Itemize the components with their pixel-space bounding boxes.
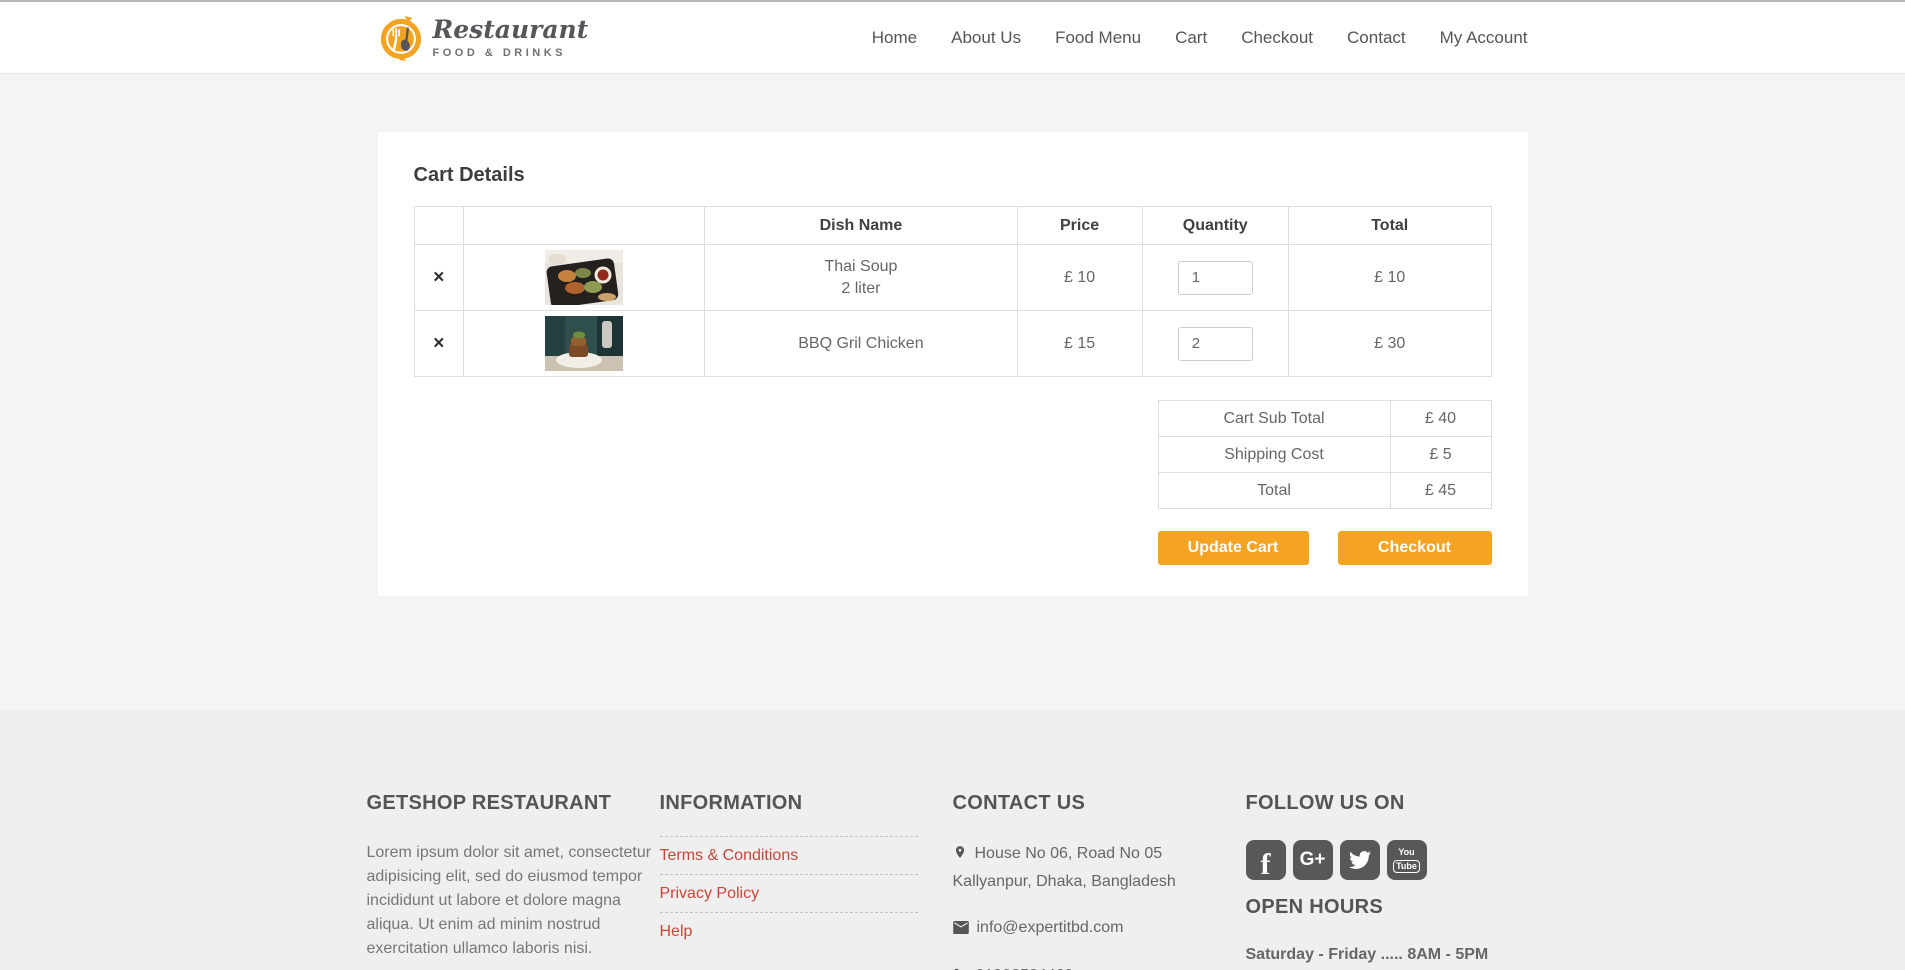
remove-column-header: [413, 206, 465, 245]
nav-item-contact[interactable]: Contact: [1347, 28, 1406, 48]
total-column-header: Total: [1287, 206, 1492, 245]
open-hours-heading: OPEN HOURS: [1245, 896, 1383, 918]
page-body: Cart Details Dish Name Price Quantity To…: [0, 132, 1905, 710]
site-footer: GETSHOP RESTAURANT Lorem ipsum dolor sit…: [0, 710, 1905, 970]
price-column-header: Price: [1016, 206, 1143, 245]
shipping-value: £ 5: [1389, 436, 1492, 473]
dish-image-thai-soup: [545, 250, 624, 309]
site-logo[interactable]: Restaurant FOOD & DRINKS: [378, 14, 589, 61]
cart-table: Dish Name Price Quantity Total × Thai So…: [413, 206, 1492, 377]
page-title: Cart Details: [413, 164, 525, 186]
brand-name: Restaurant: [432, 14, 589, 44]
summary-row-subtotal: Cart Sub Total £ 40: [1157, 400, 1492, 437]
footer-information-column: INFORMATION Terms & Conditions Privacy P…: [659, 792, 953, 970]
terms-conditions-link[interactable]: Terms & Conditions: [660, 847, 799, 864]
site-header: Restaurant FOOD & DRINKS Home About Us F…: [0, 2, 1905, 74]
total-cell: £ 10: [1287, 244, 1492, 311]
summary-row-shipping: Shipping Cost £ 5: [1157, 436, 1492, 473]
twitter-icon[interactable]: [1339, 840, 1380, 880]
privacy-policy-link[interactable]: Privacy Policy: [660, 885, 760, 902]
price-cell: £ 15: [1016, 310, 1143, 377]
contact-phone: 01922524469: [953, 963, 1216, 970]
footer-social-heading: FOLLOW US ON: [1245, 792, 1405, 814]
footer-about-column: GETSHOP RESTAURANT Lorem ipsum dolor sit…: [367, 792, 660, 970]
map-marker-icon: [953, 843, 967, 869]
cart-summary-table: Cart Sub Total £ 40 Shipping Cost £ 5 To…: [1157, 400, 1492, 509]
cart-details-card: Cart Details Dish Name Price Quantity To…: [377, 132, 1528, 596]
dish-name-cell: Thai Soup 2 liter: [704, 244, 1018, 311]
footer-social-column: FOLLOW US ON f G+ You Tube OPEN HOURS Sat…: [1245, 792, 1539, 970]
phone-icon: [953, 965, 968, 970]
hours-weekdays: Saturday - Friday ..... 8AM - 5PM: [1245, 946, 1489, 963]
main-nav: Home About Us Food Menu Cart Checkout Co…: [872, 28, 1528, 48]
social-icons-row: f G+ You Tube: [1245, 840, 1509, 881]
dish-image-bbq-chicken: [545, 316, 624, 371]
quantity-input[interactable]: [1177, 326, 1253, 361]
total-cell: £ 30: [1287, 310, 1492, 377]
remove-item-button[interactable]: ×: [433, 268, 444, 287]
google-plus-icon[interactable]: G+: [1292, 840, 1333, 880]
nav-item-food-menu[interactable]: Food Menu: [1055, 28, 1141, 48]
help-link[interactable]: Help: [660, 923, 693, 940]
footer-about-text: Lorem ipsum dolor sit amet, consectetur …: [366, 844, 652, 957]
contact-address: House No 06, Road No 05 Kallyanpur, Dhak…: [952, 843, 1176, 890]
envelope-icon: [952, 917, 969, 943]
nav-item-checkout[interactable]: Checkout: [1241, 28, 1313, 48]
quantity-column-header: Quantity: [1141, 206, 1289, 245]
facebook-icon[interactable]: f: [1245, 840, 1286, 881]
footer-information-heading: INFORMATION: [659, 792, 803, 814]
footer-contact-column: CONTACT US House No 06, Road No 05 Kally…: [953, 792, 1246, 970]
cart-summary: Cart Sub Total £ 40 Shipping Cost £ 5 To…: [1157, 400, 1492, 565]
cart-row-thai-soup: × Thai Soup 2 liter £ 10 1 £ 10: [413, 244, 1492, 311]
nav-item-cart[interactable]: Cart: [1175, 28, 1207, 48]
dish-name-cell: BBQ Gril Chicken: [704, 310, 1018, 377]
footer-about-heading: GETSHOP RESTAURANT: [366, 792, 612, 814]
quantity-input[interactable]: [1177, 260, 1253, 295]
footer-information-links: Terms & Conditions Privacy Policy Help: [659, 836, 918, 950]
checkout-button[interactable]: Checkout: [1337, 531, 1492, 565]
brand-tagline: FOOD & DRINKS: [432, 46, 566, 59]
image-column-header: [463, 206, 706, 245]
dish-name-column-header: Dish Name: [704, 206, 1018, 245]
price-cell: £ 10: [1016, 244, 1143, 311]
restaurant-logo-icon: [378, 15, 424, 61]
youtube-icon[interactable]: You Tube: [1386, 840, 1427, 880]
contact-email: info@expertitbd.com: [952, 915, 1216, 943]
cart-row-bbq-chicken: × BBQ Gril Chicken £ 15 2 £ 30: [413, 310, 1492, 377]
nav-item-my-account[interactable]: My Account: [1440, 28, 1528, 48]
summary-row-total: Total £ 45: [1157, 472, 1492, 509]
remove-item-button[interactable]: ×: [433, 334, 444, 353]
nav-item-home[interactable]: Home: [872, 28, 917, 48]
cart-table-header-row: Dish Name Price Quantity Total: [413, 206, 1492, 245]
update-cart-button[interactable]: Update Cart: [1157, 531, 1309, 565]
footer-contact-heading: CONTACT US: [952, 792, 1086, 814]
subtotal-value: £ 40: [1389, 400, 1492, 437]
grand-total-value: £ 45: [1389, 472, 1492, 509]
nav-item-about-us[interactable]: About Us: [951, 28, 1021, 48]
